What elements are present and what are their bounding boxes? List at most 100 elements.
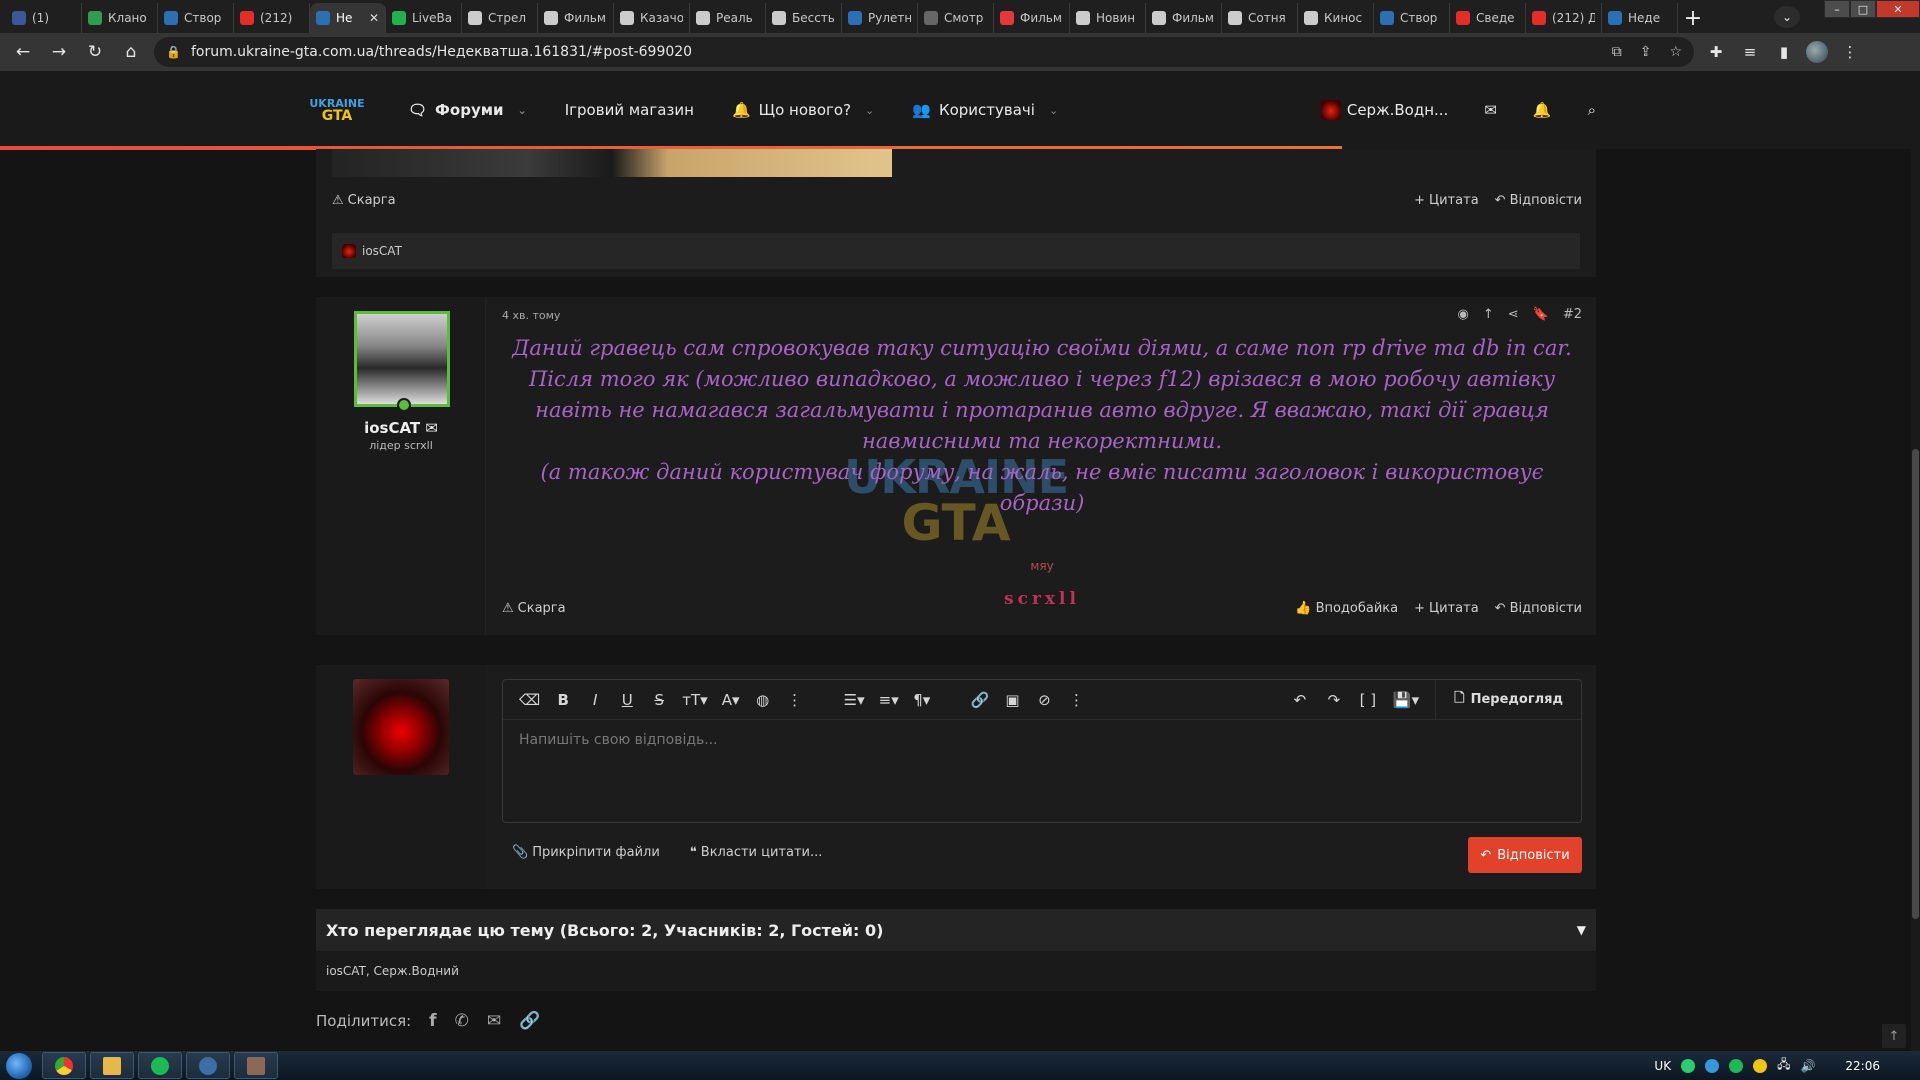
browser-tab[interactable]: Створ [158, 3, 234, 33]
italic-icon[interactable]: I [586, 691, 604, 709]
redo-icon[interactable]: ↷ [1325, 691, 1343, 709]
report-button[interactable]: ⚠ Скарга [502, 601, 566, 616]
post-image-attachment[interactable] [332, 149, 892, 177]
back-icon[interactable]: ← [10, 39, 36, 65]
browser-tab[interactable]: Неде [1602, 3, 1678, 33]
strikethrough-icon[interactable]: S [650, 691, 668, 709]
submit-reply-button[interactable]: ↶ Відповісти [1468, 837, 1582, 873]
post-timestamp[interactable]: 4 хв. тому [502, 309, 560, 322]
eraser-icon[interactable]: ⌫ [519, 691, 540, 709]
viewers-names[interactable]: iosCAT, Серж.Водний [326, 964, 459, 978]
quote-button[interactable]: + Цитата [1414, 193, 1479, 208]
link-icon[interactable]: 🔗 [519, 1011, 540, 1031]
more-options-icon[interactable]: ⋮ [786, 691, 804, 709]
reaction-icon[interactable]: ◉ [1457, 307, 1468, 322]
page-scrollbar[interactable] [1911, 149, 1920, 1051]
maximize-icon[interactable]: □ [1850, 0, 1876, 18]
email-icon[interactable]: ✉ [487, 1011, 501, 1031]
browser-tab[interactable]: Не ✕ [310, 3, 386, 33]
nav-whats-new[interactable]: 🔔 Що нового? ⌄ [732, 101, 874, 119]
current-user-avatar[interactable] [353, 679, 449, 775]
network-icon[interactable]: 🖧 [1777, 1055, 1790, 1076]
more-options-icon[interactable]: ⋮ [1067, 691, 1085, 709]
taskbar-explorer[interactable] [90, 1052, 134, 1079]
post-number[interactable]: #2 [1563, 307, 1582, 322]
header-user-menu[interactable]: Серж.Водн... [1320, 100, 1448, 120]
extensions-icon[interactable]: ✚ [1704, 40, 1728, 64]
author-name[interactable]: iosCAT ✉ [316, 419, 486, 437]
paragraph-icon[interactable]: ¶▾ [913, 691, 931, 709]
close-icon[interactable]: ✕ [1876, 0, 1920, 18]
browser-tab[interactable]: (1) [6, 3, 82, 33]
browser-tab[interactable]: (212) [234, 3, 310, 33]
chevron-down-icon[interactable]: ⌄ [1049, 104, 1058, 117]
hide-content-icon[interactable]: ⊘ [1035, 691, 1053, 709]
language-indicator[interactable]: UK [1654, 1059, 1671, 1073]
lock-icon[interactable]: 🔒 [166, 45, 181, 59]
share-icon[interactable]: ⇪ [1640, 44, 1652, 60]
reading-list-icon[interactable]: ≡ [1738, 40, 1762, 64]
reply-input[interactable]: Напишіть свою відповідь... [519, 732, 718, 748]
taskbar-chrome[interactable] [42, 1052, 86, 1079]
search-icon[interactable]: ⌕ [1588, 101, 1596, 119]
volume-icon[interactable]: 🔊 [1800, 1059, 1815, 1073]
browser-tab[interactable]: Фильм [1146, 3, 1222, 33]
menu-icon[interactable]: ⋮ [1838, 40, 1862, 64]
font-size-icon[interactable]: тT▾ [682, 691, 707, 709]
link-icon[interactable]: 🔗 [971, 691, 990, 709]
new-tab-icon[interactable]: + [1678, 3, 1708, 33]
bbcode-toggle-icon[interactable]: [ ] [1359, 691, 1377, 709]
chevron-down-icon[interactable]: ⌄ [865, 104, 874, 117]
image-icon[interactable]: ▣ [1003, 691, 1021, 709]
underline-icon[interactable]: U [618, 691, 636, 709]
home-icon[interactable]: ⌂ [118, 39, 144, 65]
browser-tab[interactable]: Бессть [766, 3, 842, 33]
side-panel-icon[interactable]: ▮ [1772, 40, 1796, 64]
liked-by-user[interactable]: iosCAT [362, 244, 402, 258]
clock[interactable]: 22:06 [1845, 1059, 1880, 1073]
undo-icon[interactable]: ↶ [1291, 691, 1309, 709]
palette-icon[interactable]: ◍ [754, 691, 772, 709]
browser-tab[interactable]: Створ [1374, 3, 1450, 33]
arrow-up-icon[interactable]: ↑ [1483, 307, 1494, 322]
browser-tab[interactable]: Сведе [1450, 3, 1526, 33]
profile-avatar[interactable] [1806, 41, 1828, 63]
spotify-tray-icon[interactable] [1729, 1058, 1744, 1073]
envelope-icon[interactable]: ✉ [425, 419, 438, 437]
scrollbar-thumb[interactable] [1912, 449, 1919, 919]
browser-tab[interactable]: Казачо [614, 3, 690, 33]
browser-tab[interactable]: Фильм [994, 3, 1070, 33]
font-color-icon[interactable]: A▾ [722, 691, 740, 709]
site-logo[interactable]: UKRAINE GTA [306, 93, 368, 127]
forward-icon[interactable]: → [46, 39, 72, 65]
insert-quotes-button[interactable]: ❝ Вкласти цитати... [690, 845, 823, 860]
taskbar-spotify[interactable] [138, 1052, 182, 1079]
browser-tab[interactable]: Стрел [462, 3, 538, 33]
tab-close-icon[interactable]: ✕ [369, 11, 379, 25]
chrome-tray-icon[interactable] [1753, 1058, 1768, 1073]
alerts-bell-icon[interactable]: 🔔 [1533, 101, 1552, 119]
browser-tab[interactable]: Новин [1070, 3, 1146, 33]
facebook-icon[interactable]: f [429, 1011, 436, 1031]
whatsapp-icon[interactable]: ✆ [455, 1011, 469, 1031]
bold-icon[interactable]: B [554, 691, 572, 709]
browser-tab[interactable]: Сотня [1222, 3, 1298, 33]
browser-tab[interactable]: (212) Д [1526, 3, 1602, 33]
list-icon[interactable]: ☰▾ [844, 691, 865, 709]
nav-shop[interactable]: Ігровий магазин [565, 101, 694, 119]
tab-search-icon[interactable]: ⌄ [1774, 6, 1800, 28]
translate-icon[interactable]: ⧉ [1612, 44, 1622, 60]
address-bar[interactable]: 🔒 forum.ukraine-gta.com.ua/threads/Недек… [154, 37, 1694, 67]
bookmark-star-icon[interactable]: ☆ [1669, 44, 1682, 60]
report-button[interactable]: ⚠ Скарга [332, 193, 396, 208]
browser-tab[interactable]: Клано [82, 3, 158, 33]
like-button[interactable]: 👍 Вподобайка [1295, 601, 1398, 616]
chevron-down-icon[interactable]: ⌄ [518, 104, 527, 117]
start-button[interactable] [0, 1051, 38, 1080]
nav-members[interactable]: 👥 Користувачі ⌄ [912, 101, 1058, 119]
inbox-icon[interactable]: ✉ [1484, 101, 1497, 119]
caret-down-icon[interactable]: ▼ [1577, 923, 1586, 937]
browser-tab[interactable]: Реаль [690, 3, 766, 33]
tray-app-icon[interactable] [1705, 1058, 1720, 1073]
browser-tab[interactable]: LiveBa [386, 3, 462, 33]
